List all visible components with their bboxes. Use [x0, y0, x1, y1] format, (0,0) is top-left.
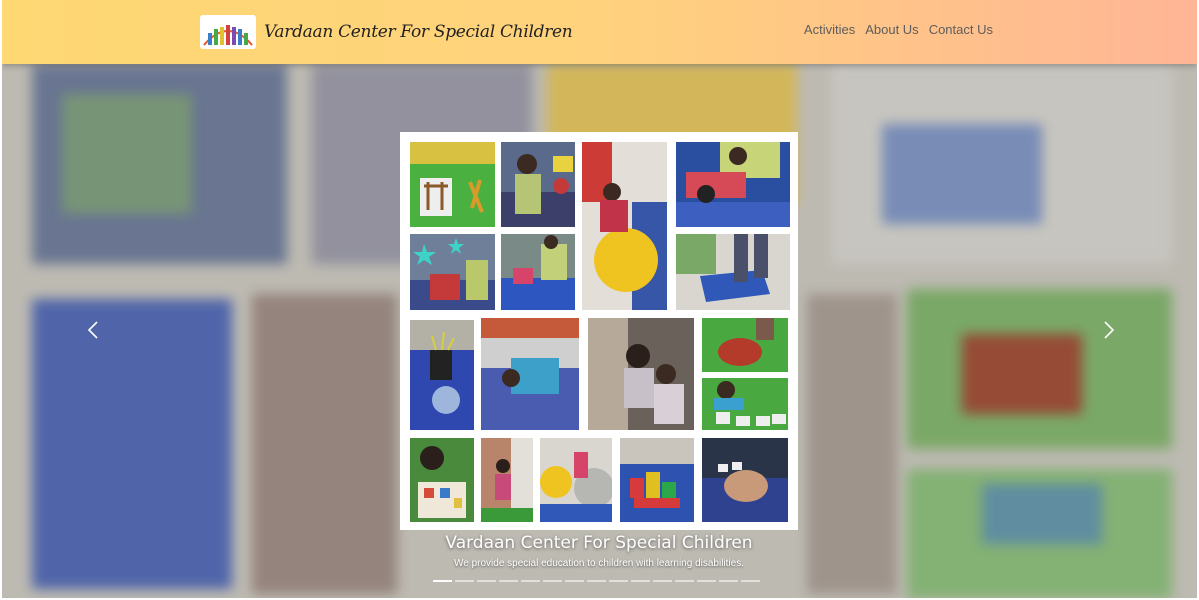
carousel-indicator[interactable] [741, 580, 760, 582]
page-frame: Vardaan Center For Special Children Acti… [2, 0, 1197, 598]
photo-picture-cards [702, 378, 788, 430]
carousel-indicator[interactable] [499, 580, 518, 582]
carousel-indicator[interactable] [543, 580, 562, 582]
carousel-caption: Vardaan Center For Special Children We p… [400, 533, 798, 569]
carousel-indicator[interactable] [675, 580, 694, 582]
nav-link-about-us[interactable]: About Us [865, 22, 918, 37]
brand-name: Vardaan Center For Special Children [264, 22, 573, 42]
photo-stars-wall [410, 234, 495, 310]
carousel-indicator[interactable] [653, 580, 672, 582]
carousel-prev-button[interactable] [82, 318, 106, 342]
photo-stick-craft [410, 142, 495, 227]
nav-link-activities[interactable]: Activities [804, 22, 855, 37]
photo-building-blocks [620, 438, 694, 522]
photo-teacher-child [588, 318, 694, 430]
carousel-indicator[interactable] [609, 580, 628, 582]
children-logo-icon [200, 15, 256, 49]
carousel-indicator[interactable] [433, 580, 452, 582]
carousel-indicator[interactable] [521, 580, 540, 582]
site-header: Vardaan Center For Special Children Acti… [2, 0, 1197, 64]
carousel-indicator[interactable] [587, 580, 606, 582]
activity-photo-collage [400, 132, 798, 530]
carousel-indicators [433, 580, 760, 582]
photo-mat-exercise [676, 142, 790, 227]
photo-pencil-cup [410, 320, 474, 430]
carousel-indicator[interactable] [719, 580, 738, 582]
nav-link-contact-us[interactable]: Contact Us [929, 22, 993, 37]
photo-puzzle-board [410, 438, 474, 522]
caption-text: We provide special education to children… [454, 558, 744, 569]
photo-red-clay [702, 318, 788, 372]
photo-teacher-pow [501, 142, 575, 227]
photo-balance-board [676, 234, 790, 310]
photo-lying-on-mat [481, 318, 579, 430]
chevron-left-icon [87, 321, 98, 339]
photo-hands-closeup [702, 438, 788, 522]
photo-standing-child [481, 438, 533, 522]
chevron-right-icon [1104, 321, 1115, 339]
photo-exercise-balls [540, 438, 612, 522]
main-nav: Activities About Us Contact Us [804, 22, 993, 37]
carousel-indicator[interactable] [477, 580, 496, 582]
carousel-indicator[interactable] [455, 580, 474, 582]
carousel-indicator[interactable] [697, 580, 716, 582]
photo-yellow-ball [582, 142, 667, 310]
caption-title: Vardaan Center For Special Children [445, 533, 753, 553]
photo-child-on-mat [501, 234, 575, 310]
carousel-indicator[interactable] [565, 580, 584, 582]
carousel-next-button[interactable] [1096, 318, 1120, 342]
carousel-indicator[interactable] [631, 580, 650, 582]
brand[interactable]: Vardaan Center For Special Children [200, 14, 573, 50]
